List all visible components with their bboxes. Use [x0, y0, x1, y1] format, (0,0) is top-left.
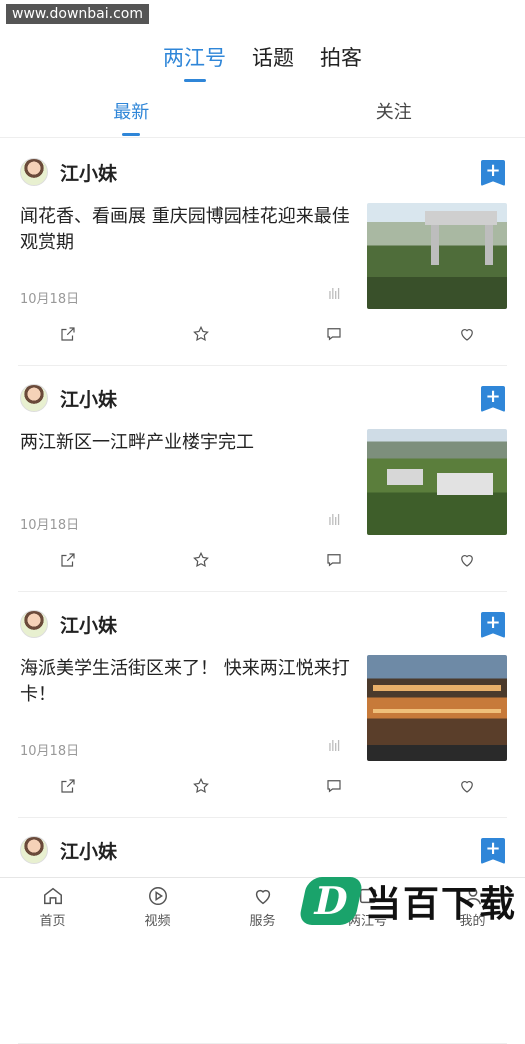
video-icon [147, 885, 169, 907]
author-row[interactable]: 江小妹 [20, 158, 117, 186]
author-name: 江小妹 [60, 837, 117, 864]
action-bar [18, 776, 507, 796]
heart-icon[interactable] [457, 550, 477, 570]
avatar[interactable] [20, 610, 48, 638]
heart-icon[interactable] [457, 776, 477, 796]
watermark: www.downbai.com [6, 4, 149, 24]
author-row[interactable]: 江小妹 [20, 384, 117, 412]
article-title[interactable]: 海派美学生活街区来了！ 快来两江悦来打卡！ [20, 656, 350, 708]
star-icon[interactable] [191, 776, 211, 796]
star-icon[interactable] [191, 550, 211, 570]
action-bar [18, 324, 507, 344]
publish-date: 10月18日 [20, 288, 79, 307]
share-icon[interactable] [58, 776, 78, 796]
feed-card[interactable]: 江小妹 + 闻花香、看画展 重庆园博园桂花迎来最佳观赏期 10月18日 ılıl [18, 140, 507, 366]
tab-following[interactable]: 关注 [263, 98, 525, 137]
follow-bookmark-icon[interactable]: + [481, 838, 505, 864]
avatar[interactable] [20, 158, 48, 186]
action-bar [18, 550, 507, 570]
tabbar-video[interactable]: 视频 [105, 878, 210, 935]
brand-mark-icon: D [298, 877, 364, 925]
share-icon[interactable] [58, 550, 78, 570]
comment-icon[interactable] [324, 776, 344, 796]
article-thumbnail[interactable] [367, 203, 507, 309]
heart-icon[interactable] [457, 324, 477, 344]
publish-date: 10月18日 [20, 514, 79, 533]
author-name: 江小妹 [60, 611, 117, 638]
tab-paike[interactable]: 拍客 [320, 42, 362, 72]
article-title[interactable]: 两江新区一江畔产业楼宇完工 [20, 430, 350, 456]
follow-bookmark-icon[interactable]: + [481, 612, 505, 638]
article-title[interactable]: 闻花香、看画展 重庆园博园桂花迎来最佳观赏期 [20, 204, 350, 256]
publish-date: 10月18日 [20, 740, 79, 759]
tabbar-label: 视频 [144, 910, 170, 929]
tab-topics[interactable]: 话题 [252, 42, 294, 72]
home-icon [42, 885, 64, 907]
comment-icon[interactable] [324, 324, 344, 344]
tabbar-label: 首页 [39, 910, 65, 929]
comment-icon[interactable] [324, 550, 344, 570]
service-icon [252, 885, 274, 907]
audio-wave-icon[interactable]: ılıl [328, 287, 340, 303]
top-tab-bar: 两江号 话题 拍客 [0, 42, 525, 72]
follow-bookmark-icon[interactable]: + [481, 386, 505, 412]
author-row[interactable]: 江小妹 [20, 610, 117, 638]
follow-bookmark-icon[interactable]: + [481, 160, 505, 186]
tabbar-home[interactable]: 首页 [0, 878, 105, 935]
author-name: 江小妹 [60, 159, 117, 186]
avatar[interactable] [20, 384, 48, 412]
star-icon[interactable] [191, 324, 211, 344]
article-thumbnail[interactable] [367, 655, 507, 761]
avatar[interactable] [20, 836, 48, 864]
sub-tab-bar: 最新 关注 [0, 98, 525, 138]
share-icon[interactable] [58, 324, 78, 344]
brand-text: 当百下载 [365, 875, 517, 927]
brand-logo: D 当百下载 [303, 875, 517, 927]
audio-wave-icon[interactable]: ılıl [328, 739, 340, 755]
article-thumbnail[interactable] [367, 429, 507, 535]
tabbar-label: 服务 [249, 910, 275, 929]
tab-latest[interactable]: 最新 [0, 98, 263, 137]
author-name: 江小妹 [60, 385, 117, 412]
audio-wave-icon[interactable]: ılıl [328, 513, 340, 529]
feed-card[interactable]: 江小妹 + 两江新区一江畔产业楼宇完工 10月18日 ılıl [18, 366, 507, 592]
author-row[interactable]: 江小妹 [20, 836, 117, 864]
feed-card[interactable]: 江小妹 + 海派美学生活街区来了！ 快来两江悦来打卡！ 10月18日 ılıl [18, 592, 507, 818]
tabbar-service[interactable]: 服务 [210, 878, 315, 935]
tab-liangjianghao[interactable]: 两江号 [163, 42, 226, 72]
